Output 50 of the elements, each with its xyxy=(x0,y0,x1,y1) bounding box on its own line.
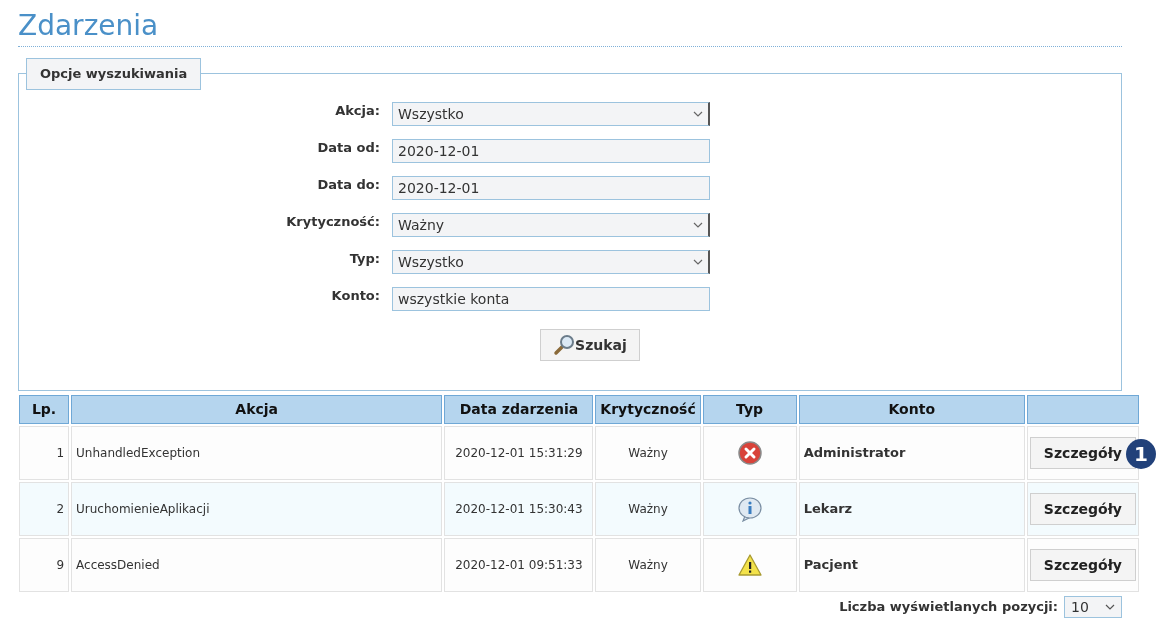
select-field[interactable]: Ważny xyxy=(392,213,710,237)
severity-cell: Ważny xyxy=(628,446,668,460)
column-header: Krytyczność xyxy=(595,395,701,424)
action-cell: UruchomienieAplikacji xyxy=(76,502,210,516)
input-field[interactable]: 2020-12-01 xyxy=(392,139,710,163)
column-header: Data zdarzenia xyxy=(444,395,594,424)
input-field[interactable]: wszystkie konta xyxy=(392,287,710,311)
field-label: Data od: xyxy=(316,139,381,157)
details-button[interactable]: Szczegóły xyxy=(1029,493,1136,525)
severity-cell: Ważny xyxy=(628,558,668,572)
callout-badge: 1 xyxy=(1126,439,1156,469)
severity-cell: Ważny xyxy=(628,502,668,516)
row-number: 1 xyxy=(56,446,65,460)
action-cell: AccessDenied xyxy=(76,558,160,572)
row-number: 2 xyxy=(56,502,65,516)
field-label: Akcja: xyxy=(334,102,381,120)
magnifier-icon xyxy=(553,334,576,356)
column-header: Akcja xyxy=(71,395,443,424)
error-icon xyxy=(737,441,762,465)
page-title: Zdarzenia xyxy=(18,8,159,44)
details-button[interactable]: Szczegóły xyxy=(1029,437,1136,469)
info-icon xyxy=(736,496,763,522)
dropdown-caret-icon xyxy=(693,259,703,265)
input-field[interactable]: 2020-12-01 xyxy=(392,176,710,200)
select-field[interactable]: Wszystko xyxy=(392,102,710,126)
column-header: Konto xyxy=(798,395,1025,424)
dropdown-caret-icon xyxy=(693,222,703,228)
date-cell: 2020-12-01 09:51:33 xyxy=(455,558,583,572)
action-cell: UnhandledException xyxy=(76,446,200,460)
account-cell: Administrator xyxy=(803,445,906,461)
warning-icon xyxy=(736,553,763,577)
page-size-label: Liczba wyświetlanych pozycji: xyxy=(839,598,1058,617)
page-size-select[interactable]: 10 xyxy=(1064,596,1122,618)
details-button[interactable]: Szczegóły xyxy=(1029,549,1136,581)
column-header: Lp. xyxy=(19,395,70,424)
account-cell: Lekarz xyxy=(803,501,853,517)
dropdown-caret-icon xyxy=(1105,604,1115,610)
column-header: Typ xyxy=(702,395,797,424)
field-label: Krytyczność: xyxy=(285,213,381,231)
search-button[interactable]: Szukaj xyxy=(540,329,640,361)
fieldset-legend: Opcje wyszukiwania xyxy=(26,58,202,90)
row-number: 9 xyxy=(56,558,65,572)
select-field[interactable]: Wszystko xyxy=(392,250,710,274)
dropdown-caret-icon xyxy=(693,111,703,117)
date-cell: 2020-12-01 15:31:29 xyxy=(455,446,583,460)
field-label: Konto: xyxy=(330,287,381,305)
field-label: Data do: xyxy=(316,176,381,194)
field-label: Typ: xyxy=(348,250,381,268)
date-cell: 2020-12-01 15:30:43 xyxy=(455,502,583,516)
account-cell: Pacjent xyxy=(803,557,859,573)
